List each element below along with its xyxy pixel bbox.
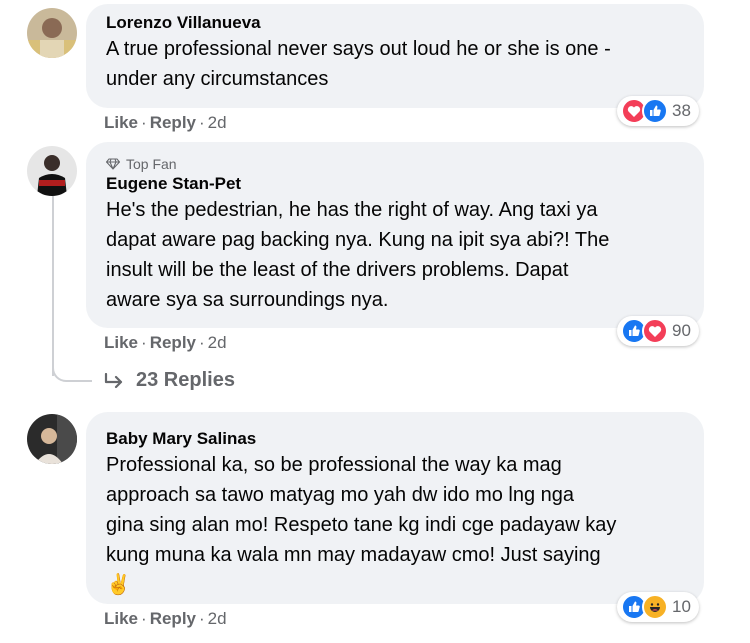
view-replies-button[interactable]: 23 Replies <box>104 369 235 392</box>
separator-dot: · <box>199 113 205 132</box>
victory-hand-emoji: ✌️ <box>106 574 131 596</box>
comment-actions: Like · Reply · 2d <box>104 333 227 353</box>
comment-timestamp[interactable]: 2d <box>208 609 227 628</box>
comment-line: A true professional never says out loud … <box>106 38 611 60</box>
like-icon <box>642 98 668 124</box>
comment-actions: Like · Reply · 2d <box>104 113 227 133</box>
reactions-summary[interactable]: 90 <box>617 316 699 346</box>
like-button[interactable]: Like <box>104 609 138 628</box>
comment-line: kung muna ka wala mn may madayaw cmo! Ju… <box>106 544 601 566</box>
reaction-count: 38 <box>672 101 691 120</box>
thread-connector <box>52 356 92 382</box>
comment-bubble: Top Fan Eugene Stan-Pet He's the pedestr… <box>86 142 704 328</box>
reply-arrow-icon <box>104 372 123 388</box>
comment-line: gina sing alan mo! Respeto tane kg indi … <box>106 514 617 536</box>
comment-timestamp[interactable]: 2d <box>208 333 227 352</box>
reply-button[interactable]: Reply <box>150 609 196 628</box>
comment-timestamp[interactable]: 2d <box>208 113 227 132</box>
comment-author[interactable]: Eugene Stan-Pet <box>106 174 684 194</box>
comment-line: approach sa tawo matyag mo yah dw ido mo… <box>106 484 575 506</box>
separator-dot: · <box>141 333 147 352</box>
like-button[interactable]: Like <box>104 113 138 132</box>
comment-text: He's the pedestrian, he has the right of… <box>106 195 684 315</box>
avatar[interactable] <box>27 414 77 464</box>
badge-label: Top Fan <box>126 156 177 172</box>
love-icon <box>642 318 668 344</box>
diamond-icon <box>106 158 120 170</box>
separator-dot: · <box>141 113 147 132</box>
comment-bubble: Lorenzo Villanueva A true professional n… <box>86 4 704 108</box>
top-fan-badge: Top Fan <box>106 156 684 172</box>
reactions-summary[interactable]: 38 <box>617 96 699 126</box>
reactions-summary[interactable]: 10 <box>617 592 699 622</box>
comment-text: Professional ka, so be professional the … <box>106 450 684 600</box>
separator-dot: · <box>199 609 205 628</box>
like-button[interactable]: Like <box>104 333 138 352</box>
comment-line: Professional ka, so be professional the … <box>106 454 562 476</box>
comment-line: insult will be the least of the drivers … <box>106 259 569 281</box>
replies-count-label[interactable]: 23 Replies <box>136 369 235 392</box>
separator-dot: · <box>141 609 147 628</box>
separator-dot: · <box>199 333 205 352</box>
reply-button[interactable]: Reply <box>150 113 196 132</box>
comment-line: He's the pedestrian, he has the right of… <box>106 199 598 221</box>
comment-line: under any circumstances <box>106 68 329 90</box>
reaction-count: 90 <box>672 321 691 340</box>
avatar[interactable] <box>27 146 77 196</box>
thread-line <box>52 196 54 376</box>
avatar[interactable] <box>27 8 77 58</box>
reply-button[interactable]: Reply <box>150 333 196 352</box>
haha-icon <box>642 594 668 620</box>
comment-actions: Like · Reply · 2d <box>104 609 227 629</box>
comment-text: A true professional never says out loud … <box>106 34 684 94</box>
comment-line: dapat aware pag backing nya. Kung na ipi… <box>106 229 610 251</box>
reaction-count: 10 <box>672 597 691 616</box>
comment-bubble: Baby Mary Salinas Professional ka, so be… <box>86 412 704 604</box>
comment-line: aware sya sa surroundings nya. <box>106 289 389 311</box>
comment-author[interactable]: Baby Mary Salinas <box>106 429 684 449</box>
comment-author[interactable]: Lorenzo Villanueva <box>106 13 684 33</box>
